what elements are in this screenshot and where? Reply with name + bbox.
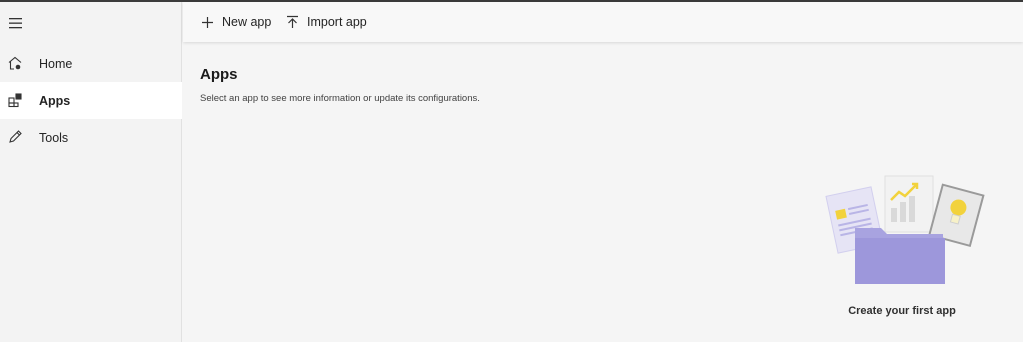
sidebar-item-home[interactable]: Home bbox=[0, 45, 182, 82]
page-title: Apps bbox=[200, 66, 238, 83]
page-subtitle: Select an app to see more information or… bbox=[200, 93, 480, 104]
sidebar-item-apps[interactable]: Apps bbox=[0, 82, 182, 119]
home-icon bbox=[7, 55, 23, 71]
hamburger-icon[interactable] bbox=[8, 16, 24, 30]
new-app-label: New app bbox=[222, 15, 272, 29]
plus-icon bbox=[202, 16, 213, 28]
sidebar-item-label: Tools bbox=[39, 130, 69, 145]
new-app-button[interactable]: New app bbox=[201, 2, 271, 42]
sidebar: Home Apps Tools bbox=[0, 2, 182, 342]
upload-icon bbox=[287, 15, 298, 28]
folder-documents-illustration bbox=[819, 172, 985, 292]
import-app-label: Import app bbox=[307, 15, 367, 29]
apps-icon bbox=[7, 92, 23, 108]
import-app-button[interactable]: Import app bbox=[286, 2, 367, 42]
command-bar: New app Import app bbox=[183, 2, 1023, 42]
empty-state-text: Create your first app bbox=[848, 305, 956, 317]
main-content: Apps Select an app to see more informati… bbox=[183, 42, 1023, 342]
pencil-icon bbox=[7, 129, 23, 145]
sidebar-item-label: Home bbox=[39, 56, 73, 71]
sidebar-item-tools[interactable]: Tools bbox=[0, 119, 182, 156]
sidebar-item-label: Apps bbox=[39, 93, 71, 108]
